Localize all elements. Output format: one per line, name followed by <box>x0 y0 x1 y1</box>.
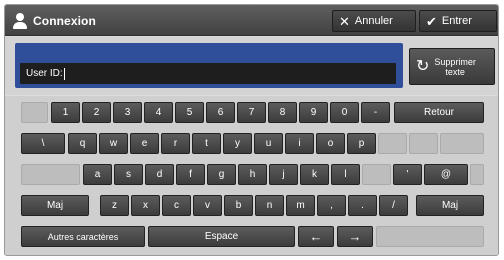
user-id-label: User ID: <box>26 68 63 79</box>
check-icon: ✔ <box>426 13 437 29</box>
key-blank <box>376 226 484 247</box>
key-3[interactable]: 3 <box>113 102 142 123</box>
key-1[interactable]: 1 <box>51 102 80 123</box>
key-apostrophe[interactable]: ' <box>393 164 422 185</box>
key-j[interactable]: j <box>269 164 298 185</box>
key-s[interactable]: s <box>114 164 143 185</box>
key-slash[interactable]: / <box>379 195 408 216</box>
key-i[interactable]: i <box>285 133 314 154</box>
key-l[interactable]: l <box>331 164 360 185</box>
key-blank <box>470 164 484 185</box>
user-icon <box>13 13 27 29</box>
key-p[interactable]: p <box>347 133 376 154</box>
key-blank <box>440 133 484 154</box>
key-m[interactable]: m <box>286 195 315 216</box>
input-area: User ID: ↻ Supprimer texte <box>5 37 498 95</box>
key-f[interactable]: f <box>176 164 205 185</box>
clear-text-label: Supprimer texte <box>434 57 476 77</box>
key-n[interactable]: n <box>255 195 284 216</box>
key-y[interactable]: y <box>223 133 252 154</box>
cancel-label: Annuler <box>354 15 393 27</box>
enter-button[interactable]: ✔ Entrer <box>419 10 497 32</box>
title-area: Connexion <box>13 12 96 30</box>
close-icon: ✕ <box>339 13 350 29</box>
space-key[interactable]: Espace <box>148 226 295 247</box>
key-minus[interactable]: - <box>361 102 390 123</box>
clear-text-line2: texte <box>445 66 465 77</box>
key-t[interactable]: t <box>192 133 221 154</box>
login-panel: Connexion ✕ Annuler ✔ Entrer User ID: ↻ … <box>4 4 499 256</box>
key-5[interactable]: 5 <box>175 102 204 123</box>
key-comma[interactable]: , <box>317 195 346 216</box>
key-e[interactable]: e <box>130 133 159 154</box>
key-d[interactable]: d <box>145 164 174 185</box>
shift-left-key[interactable]: Maj <box>21 195 89 216</box>
arrow-right-icon[interactable]: → <box>337 226 373 247</box>
key-b[interactable]: b <box>224 195 253 216</box>
key-blank <box>378 133 407 154</box>
cancel-button[interactable]: ✕ Annuler <box>332 10 416 32</box>
undo-icon: ↻ <box>416 57 430 75</box>
key-g[interactable]: g <box>207 164 236 185</box>
user-id-field[interactable]: User ID: <box>20 63 396 84</box>
clear-text-button[interactable]: ↻ Supprimer texte <box>409 48 495 85</box>
text-cursor <box>63 67 65 80</box>
key-q[interactable]: q <box>68 133 97 154</box>
key-4[interactable]: 4 <box>144 102 173 123</box>
keyboard: 1 2 3 4 5 6 7 8 9 0 - Retour \ q w e r t… <box>5 96 498 255</box>
page-title: Connexion <box>33 14 96 28</box>
key-blank <box>21 102 48 123</box>
arrow-left-icon[interactable]: ← <box>298 226 334 247</box>
key-c[interactable]: c <box>162 195 191 216</box>
key-k[interactable]: k <box>300 164 329 185</box>
key-o[interactable]: o <box>316 133 345 154</box>
key-z[interactable]: z <box>100 195 129 216</box>
key-backslash[interactable]: \ <box>21 133 65 154</box>
key-blank <box>409 133 438 154</box>
key-v[interactable]: v <box>193 195 222 216</box>
key-9[interactable]: 9 <box>299 102 328 123</box>
clear-text-line1: Supprimer <box>434 56 476 67</box>
key-x[interactable]: x <box>131 195 160 216</box>
enter-label: Entrer <box>441 15 472 27</box>
return-key[interactable]: Retour <box>394 102 484 123</box>
key-7[interactable]: 7 <box>237 102 266 123</box>
key-r[interactable]: r <box>161 133 190 154</box>
key-period[interactable]: . <box>348 195 377 216</box>
key-w[interactable]: w <box>99 133 128 154</box>
other-characters-key[interactable]: Autres caractères <box>21 226 145 247</box>
key-blank <box>21 164 80 185</box>
key-u[interactable]: u <box>254 133 283 154</box>
key-0[interactable]: 0 <box>330 102 359 123</box>
key-6[interactable]: 6 <box>206 102 235 123</box>
key-at[interactable]: @ <box>424 164 468 185</box>
input-frame: User ID: <box>15 43 403 88</box>
header-bar: Connexion ✕ Annuler ✔ Entrer <box>5 5 498 36</box>
key-8[interactable]: 8 <box>268 102 297 123</box>
key-blank <box>362 164 391 185</box>
key-h[interactable]: h <box>238 164 267 185</box>
key-2[interactable]: 2 <box>82 102 111 123</box>
key-a[interactable]: a <box>83 164 112 185</box>
shift-right-key[interactable]: Maj <box>416 195 484 216</box>
